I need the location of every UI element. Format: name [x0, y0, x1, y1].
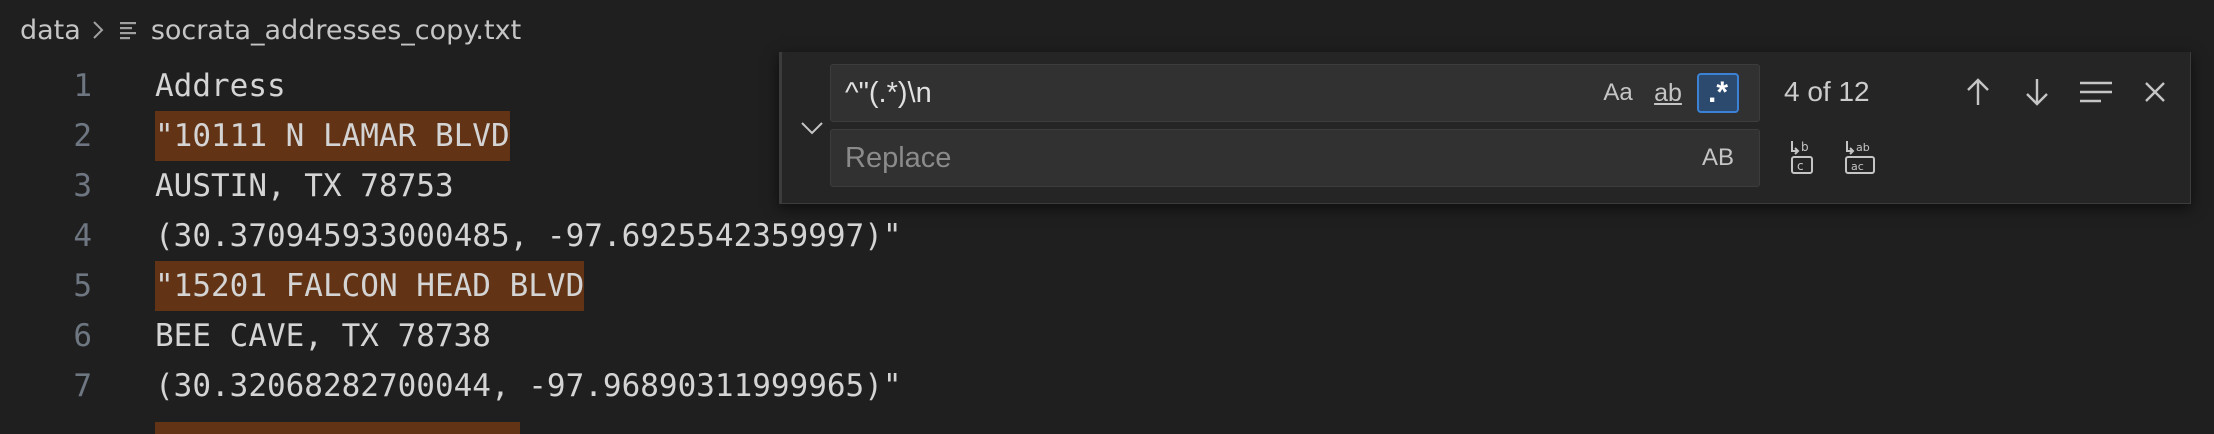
- svg-text:b: b: [1801, 140, 1809, 154]
- replace-all-icon: ab ac: [1845, 141, 1875, 174]
- line-number: 5: [73, 268, 92, 304]
- line-text: (30.32068282700044, -97.96890311999965)": [155, 368, 902, 404]
- widget-resize-sash[interactable]: [780, 52, 782, 204]
- chevron-right-icon: [91, 19, 105, 41]
- find-replace-widget: Aa ab .* 4 of 12 AB: [779, 52, 2191, 204]
- line-number: 4: [73, 218, 92, 254]
- line-text-match-highlight: "10111 N LAMAR BLVD: [155, 111, 510, 161]
- whole-word-label: ab: [1654, 78, 1682, 107]
- line-number: 6: [73, 318, 92, 354]
- find-input[interactable]: [831, 65, 1591, 121]
- replace-field: AB: [830, 129, 1760, 187]
- next-match-highlight: [155, 422, 520, 434]
- line-text: BEE CAVE, TX 78738: [155, 318, 491, 354]
- line-number: 3: [73, 168, 92, 204]
- svg-text:ab: ab: [1856, 141, 1870, 154]
- match-case-label: Aa: [1603, 79, 1633, 106]
- close-find-button[interactable]: [2133, 70, 2177, 114]
- whole-word-toggle[interactable]: ab: [1647, 73, 1689, 113]
- regex-toggle[interactable]: .*: [1697, 73, 1739, 113]
- replace-input[interactable]: [831, 130, 1591, 186]
- line-text: AUSTIN, TX 78753: [155, 168, 454, 204]
- preserve-case-toggle[interactable]: AB: [1697, 138, 1739, 178]
- editor-line[interactable]: 7 (30.32068282700044, -97.96890311999965…: [0, 361, 2214, 411]
- line-text-match-highlight: "15201 FALCON HEAD BLVD: [155, 261, 585, 311]
- svg-text:ac: ac: [1851, 160, 1864, 173]
- line-number: 7: [73, 368, 92, 404]
- line-text: Address: [155, 68, 286, 104]
- line-text: (30.370945933000485, -97.6925542359997)": [155, 218, 902, 254]
- svg-text:c: c: [1797, 159, 1804, 173]
- text-file-icon: [119, 20, 139, 40]
- editor-line[interactable]: 6 BEE CAVE, TX 78738: [0, 311, 2214, 361]
- preserve-case-label: AB: [1701, 144, 1734, 171]
- breadcrumb: data socrata_addresses_copy.txt: [0, 0, 2214, 60]
- match-case-toggle[interactable]: Aa: [1597, 73, 1639, 113]
- next-match-button[interactable]: [2015, 70, 2059, 114]
- editor-line[interactable]: 5 "15201 FALCON HEAD BLVD: [0, 261, 2214, 311]
- find-in-selection-icon: [2080, 81, 2112, 103]
- previous-match-button[interactable]: [1956, 70, 2000, 114]
- regex-label: .*: [1707, 76, 1728, 109]
- find-field: Aa ab .*: [830, 64, 1760, 122]
- line-number: 1: [73, 68, 92, 104]
- arrow-up-icon: [1967, 78, 1989, 105]
- toggle-replace-button[interactable]: [794, 110, 830, 146]
- replace-icon: b c: [1791, 140, 1813, 174]
- close-icon: [2145, 82, 2165, 102]
- replace-all-button[interactable]: ab ac: [1839, 135, 1883, 179]
- line-number: 2: [73, 118, 92, 154]
- chevron-down-icon: [801, 122, 823, 135]
- breadcrumb-folder[interactable]: data: [20, 15, 81, 46]
- match-count: 4 of 12: [1784, 76, 1870, 107]
- breadcrumb-file[interactable]: socrata_addresses_copy.txt: [151, 15, 521, 46]
- arrow-down-icon: [2026, 79, 2048, 106]
- find-in-selection-button[interactable]: [2074, 70, 2118, 114]
- editor-line[interactable]: 4 (30.370945933000485, -97.6925542359997…: [0, 211, 2214, 261]
- replace-button[interactable]: b c: [1780, 135, 1824, 179]
